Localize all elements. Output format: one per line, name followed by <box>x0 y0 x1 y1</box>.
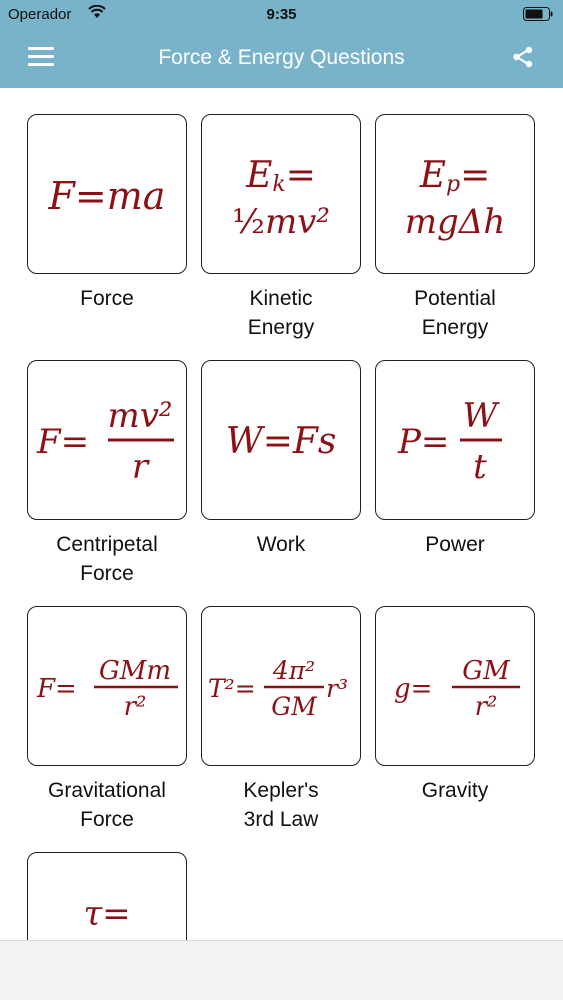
formula-item-keplers-3rd-law[interactable]: T²= 4π² GM r³ Kepler's 3rd Law <box>201 606 361 834</box>
formula-label: Kinetic Energy <box>247 287 315 339</box>
formula-label: Potential Energy <box>414 287 496 339</box>
page-title: Force & Energy Questions <box>158 46 405 69</box>
formula-label: Gravitational Force <box>48 779 166 831</box>
svg-text:r²: r² <box>124 692 147 722</box>
formula-gravitational-force: F= GMm r² <box>36 656 178 722</box>
formula-card[interactable]: F= GMm r² <box>27 606 187 766</box>
status-bar: Operador 9:35 <box>0 0 563 30</box>
svg-text:GM: GM <box>462 656 511 686</box>
formula-keplers-law: T²= 4π² GM r³ <box>208 656 348 721</box>
formula-label: Power <box>425 533 485 556</box>
svg-text:W: W <box>463 396 501 436</box>
formula-potential-energy: Ep= mgΔh <box>405 155 505 242</box>
formula-item-centripetal-force[interactable]: F= mv² r Centripetal Force <box>27 360 187 588</box>
bottom-bar <box>0 940 563 1000</box>
formula-power: P= W t <box>397 396 502 487</box>
formula-label: Centripetal Force <box>56 533 158 585</box>
svg-text:F=: F= <box>36 674 77 704</box>
svg-text:GMm: GMm <box>99 656 171 686</box>
formula-card[interactable]: T²= 4π² GM r³ <box>201 606 361 766</box>
svg-text:Ek=: Ek= <box>245 155 316 197</box>
formula-item-kinetic-energy[interactable]: Ek= ½mv² Kinetic Energy <box>201 114 361 342</box>
formula-item-gravity[interactable]: g= GM r² Gravity <box>375 606 535 805</box>
formula-force: F=ma <box>48 174 166 218</box>
formula-card[interactable]: Ep= mgΔh <box>375 114 535 274</box>
svg-text:T²=: T²= <box>208 674 256 703</box>
svg-text:g=: g= <box>394 674 432 704</box>
svg-text:F=: F= <box>36 422 89 462</box>
formula-centripetal-force: F= mv² r <box>36 396 174 487</box>
formula-label: Kepler's 3rd Law <box>243 779 319 831</box>
formula-label: Gravity <box>421 779 489 802</box>
svg-text:4π²: 4π² <box>272 656 315 685</box>
formula-work: W=Fs <box>226 421 337 462</box>
formula-item-potential-energy[interactable]: Ep= mgΔh Potential Energy <box>375 114 535 342</box>
svg-text:r³: r³ <box>326 674 348 703</box>
formula-item-work[interactable]: W=Fs Work <box>201 360 361 559</box>
svg-text:P=: P= <box>397 422 449 462</box>
svg-text:½mv²: ½mv² <box>232 202 330 242</box>
formula-card[interactable]: F=ma <box>27 114 187 274</box>
formula-kinetic-energy: Ek= ½mv² <box>232 155 330 242</box>
svg-text:τ=: τ= <box>83 894 130 934</box>
formula-item-force[interactable]: F=ma Force <box>27 114 187 313</box>
formula-card[interactable]: g= GM r² <box>375 606 535 766</box>
formula-label: Work <box>256 533 306 556</box>
app-header: Operador 9:35 Force & Energy Questions <box>0 0 563 88</box>
svg-text:r²: r² <box>475 692 498 722</box>
share-icon[interactable] <box>511 45 535 69</box>
svg-text:r: r <box>132 447 150 487</box>
formula-label: Force <box>80 287 134 310</box>
formula-card[interactable]: P= W t <box>375 360 535 520</box>
status-time: 9:35 <box>266 6 297 23</box>
svg-text:mgΔh: mgΔh <box>405 202 505 242</box>
formula-card[interactable]: Ek= ½mv² <box>201 114 361 274</box>
svg-text:mv²: mv² <box>107 396 172 436</box>
svg-text:F=ma: F=ma <box>48 174 166 218</box>
formula-card[interactable]: W=Fs <box>201 360 361 520</box>
svg-text:GM: GM <box>271 692 318 721</box>
formula-item-power[interactable]: P= W t Power <box>375 360 535 559</box>
formula-gravity: g= GM r² <box>394 656 520 722</box>
svg-text:t: t <box>473 447 487 487</box>
svg-text:W=Fs: W=Fs <box>226 421 337 462</box>
formula-item-gravitational-force[interactable]: F= GMm r² Gravitational Force <box>27 606 187 834</box>
battery-icon <box>523 7 553 21</box>
svg-text:Ep=: Ep= <box>419 155 491 197</box>
formula-card[interactable]: F= mv² r <box>27 360 187 520</box>
